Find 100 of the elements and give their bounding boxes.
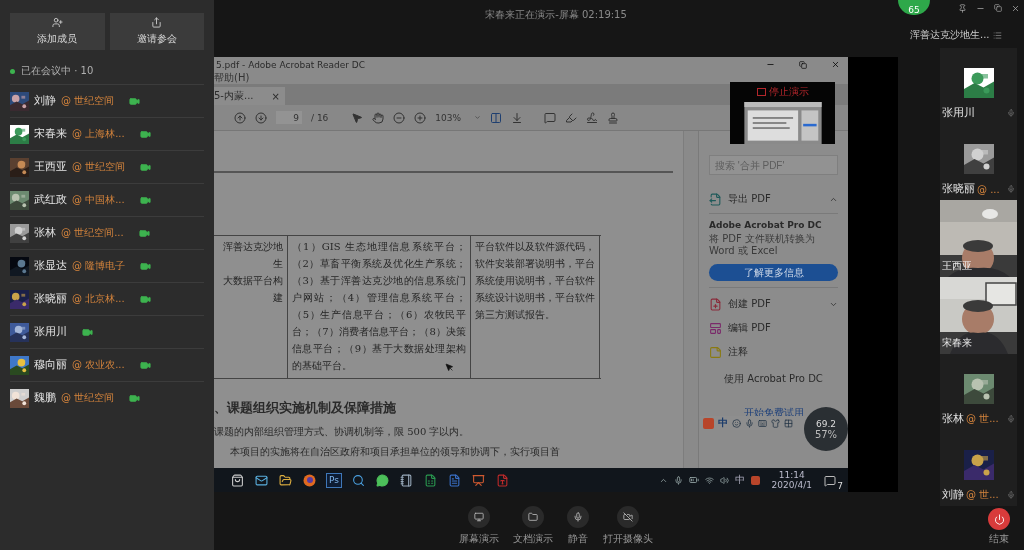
document-tab[interactable]: 5-内蒙... × <box>214 87 285 105</box>
list-icon[interactable] <box>992 30 1002 40</box>
sidebar-button[interactable]: 添加成员 <box>10 13 105 50</box>
pane-item[interactable]: 注释 <box>728 345 838 359</box>
restore-icon[interactable] <box>799 60 807 69</box>
hand-icon[interactable] <box>372 111 385 124</box>
sign-icon[interactable] <box>586 111 599 124</box>
tile-org: @ 世... <box>966 412 999 426</box>
clock[interactable]: 11:14 2020/4/1 <box>771 470 812 490</box>
toolbar-button[interactable]: 打开摄像头 <box>603 506 653 550</box>
camera-icon[interactable] <box>139 128 151 140</box>
pointer-icon[interactable] <box>351 111 364 124</box>
close-icon[interactable] <box>831 60 840 69</box>
highlight-icon[interactable] <box>565 111 578 124</box>
page-down-icon[interactable] <box>255 111 267 124</box>
toolbar-button[interactable]: 文档演示 <box>513 506 553 550</box>
menu-item[interactable]: 帮助(H) <box>214 71 250 85</box>
export-icon <box>709 192 722 206</box>
comment-icon[interactable] <box>544 111 557 124</box>
member-org: @ 世纪空间... <box>61 226 124 240</box>
sidebar-button[interactable]: 邀请参会 <box>109 13 204 50</box>
scroll-mode-icon[interactable] <box>511 111 524 124</box>
photoshop-icon[interactable]: Ps <box>326 472 342 488</box>
camera-icon[interactable] <box>139 293 151 305</box>
pane-item[interactable]: 编辑 PDF <box>728 321 838 335</box>
pdf-icon[interactable] <box>496 473 509 487</box>
promo-text: 使用 Acrobat Pro DC <box>723 372 824 386</box>
fit-page-icon[interactable] <box>490 111 503 124</box>
tile-org: @ 世... <box>966 488 999 502</box>
camera-icon[interactable] <box>82 326 93 338</box>
mail-icon[interactable] <box>255 473 268 487</box>
pane-item[interactable]: 创建 PDF <box>728 297 823 311</box>
member-org: @ 上海林... <box>72 127 125 141</box>
paragraph: 课题的内部组织管理方式、协调机制等，限 500 字以内。 <box>214 425 471 439</box>
store-icon[interactable] <box>231 473 244 487</box>
close-icon[interactable] <box>1011 4 1020 13</box>
input-language[interactable]: 中 <box>734 473 745 487</box>
page-field[interactable]: 9 <box>276 111 302 124</box>
note-icon <box>709 345 722 359</box>
skin-icon[interactable] <box>771 418 780 428</box>
member-org: @ 隆博电子 <box>72 259 126 273</box>
leave-label: 结束 <box>989 532 1009 546</box>
learn-more-button[interactable]: 了解更多信息 <box>709 264 838 281</box>
pane-item[interactable]: 导出 PDF <box>728 192 823 206</box>
mic-icon[interactable] <box>673 475 683 485</box>
browser-icon[interactable] <box>303 473 316 487</box>
page-up-icon[interactable] <box>234 111 246 124</box>
wifi-icon[interactable] <box>704 475 714 485</box>
mic-icon[interactable] <box>745 418 754 428</box>
camera-icon[interactable] <box>129 95 141 107</box>
folder-icon[interactable] <box>279 473 292 487</box>
camera-icon[interactable] <box>138 227 150 239</box>
toolbox-icon[interactable] <box>784 418 793 428</box>
screen-icon <box>474 512 484 522</box>
presentation-icon[interactable] <box>472 473 485 487</box>
tab-close[interactable]: × <box>271 90 280 102</box>
camera-icon[interactable] <box>139 194 151 206</box>
ime-logo-icon[interactable] <box>750 475 760 485</box>
ime-mode[interactable]: 中 <box>718 416 728 430</box>
toolbar-button[interactable]: 屏幕演示 <box>459 506 499 550</box>
volume-icon[interactable] <box>719 475 729 485</box>
member-name: 王西亚 <box>34 160 67 174</box>
camera-icon[interactable] <box>140 260 152 272</box>
zoom-out-icon[interactable] <box>393 111 406 124</box>
document-icon[interactable] <box>448 473 461 487</box>
folder-icon <box>528 512 538 522</box>
restore-icon[interactable] <box>994 4 1002 12</box>
table-cell: 浑善达克沙地生 大数据平台构建 <box>214 236 288 378</box>
zoom-field[interactable]: 103% <box>435 111 482 124</box>
tile-org: @ ... <box>977 183 1000 195</box>
member-org: @ 北京林... <box>72 292 125 306</box>
emoji-icon[interactable] <box>732 418 741 428</box>
member-name: 张用川 <box>34 325 67 339</box>
scrollbar[interactable] <box>683 131 698 468</box>
leave-button[interactable] <box>988 508 1010 530</box>
group-title: 浑善达克沙地生... <box>910 28 990 42</box>
status-dot <box>10 68 15 74</box>
camera-icon[interactable] <box>129 392 141 404</box>
mic-icon <box>1007 109 1015 117</box>
search-icon[interactable] <box>352 473 365 487</box>
member-org: @ 世纪空间 <box>72 160 126 174</box>
notebook-icon[interactable] <box>400 473 413 487</box>
battery-icon[interactable] <box>688 475 699 485</box>
camera-icon[interactable] <box>139 359 151 371</box>
camera-icon[interactable] <box>140 161 152 173</box>
zoom-in-icon[interactable] <box>414 111 427 124</box>
stop-presenting-button[interactable]: 停止演示 <box>756 85 809 99</box>
member-org: @ 世纪空间 <box>61 391 115 405</box>
spreadsheet-icon[interactable] <box>424 473 437 487</box>
member-name: 宋春来 <box>34 127 67 141</box>
add-person-icon <box>51 17 63 28</box>
notification-badge[interactable]: 65 <box>898 0 930 15</box>
member-name: 武红政 <box>34 193 67 207</box>
window-title: 5.pdf - Adobe Acrobat Reader DC <box>216 59 366 70</box>
ime-logo-icon <box>703 417 714 429</box>
keyboard-icon[interactable] <box>758 418 767 428</box>
tile-name: 张用川 <box>942 106 975 120</box>
chat-icon[interactable] <box>376 473 389 487</box>
pin-icon[interactable] <box>958 4 967 13</box>
stamp-icon[interactable] <box>607 111 620 124</box>
